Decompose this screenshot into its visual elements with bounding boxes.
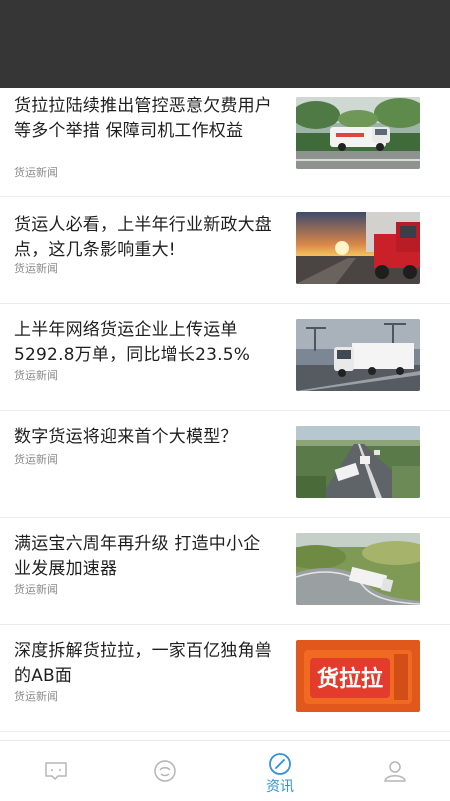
news-title[interactable]: 满运宝六周年再升级 打造中小企业发展加速器 [14,532,276,582]
trucks-on-highway-aerial-photo [296,426,420,498]
news-title[interactable]: 数字货运将迎来首个大模型？ [14,425,276,450]
news-title[interactable]: 上半年网络货运企业上传运单5292.8万单，同比增长23.5% [14,318,276,368]
news-title[interactable]: 货拉拉陆续推出管控恶意欠费用户等多个举措 保障司机工作权益 [14,94,276,144]
message-icon [45,762,67,780]
huolala-logo-photo: 货拉拉 [296,640,420,712]
compass-icon [269,753,291,775]
news-title[interactable]: 深度拆解货拉拉，一家百亿独角兽的AB面 [14,639,276,689]
truck-on-curved-road-photo [296,533,420,605]
news-item[interactable]: 深度拆解货拉拉，一家百亿独角兽的AB面 货运新闻 货拉拉 [0,625,450,732]
news-thumbnail[interactable]: 货拉拉 [296,640,420,712]
face-icon [154,760,176,782]
status-bar [0,0,450,88]
news-feed[interactable]: 货拉拉陆续推出管控恶意欠费用户等多个举措 保障司机工作权益 货运新闻 货运人必看… [0,88,450,740]
tab-messages[interactable] [0,741,112,801]
news-thumbnail[interactable] [296,97,420,169]
news-thumbnail[interactable] [296,319,420,391]
news-source: 货运新闻 [14,690,58,703]
news-item[interactable]: 数字货运将迎来首个大模型？ 货运新闻 [0,411,450,518]
news-item[interactable]: 上半年网络货运企业上传运单5292.8万单，同比增长23.5% 货运新闻 [0,304,450,411]
person-icon [384,761,406,782]
news-thumbnail[interactable] [296,533,420,605]
news-source: 货运新闻 [14,369,58,382]
tab-news-label: 资讯 [266,779,294,795]
news-thumbnail[interactable] [296,212,420,284]
tab-profile[interactable] [339,741,450,801]
news-source: 货运新闻 [14,262,58,275]
white-truck-highway-cranes-photo [296,319,420,391]
red-truck-sunset-photo [296,212,420,284]
tab-face[interactable] [109,741,221,801]
news-source: 货运新闻 [14,583,58,596]
news-source: 货运新闻 [14,453,58,466]
tab-news[interactable]: 资讯 [224,741,336,801]
news-item[interactable]: 货运人必看，上半年行业新政大盘点，这几条影响重大! 货运新闻 [0,197,450,304]
news-title[interactable]: 货运人必看，上半年行业新政大盘点，这几条影响重大! [14,213,276,263]
news-thumbnail[interactable] [296,426,420,498]
bottom-tab-bar: 资讯 [0,740,450,800]
huolala-logo-text: 货拉拉 [317,666,383,692]
news-item[interactable]: 货拉拉陆续推出管控恶意欠费用户等多个举措 保障司机工作权益 货运新闻 [0,88,450,197]
news-item[interactable]: 满运宝六周年再升级 打造中小企业发展加速器 货运新闻 [0,518,450,625]
news-source: 货运新闻 [14,166,58,179]
white-van-roadside-photo [296,97,420,169]
